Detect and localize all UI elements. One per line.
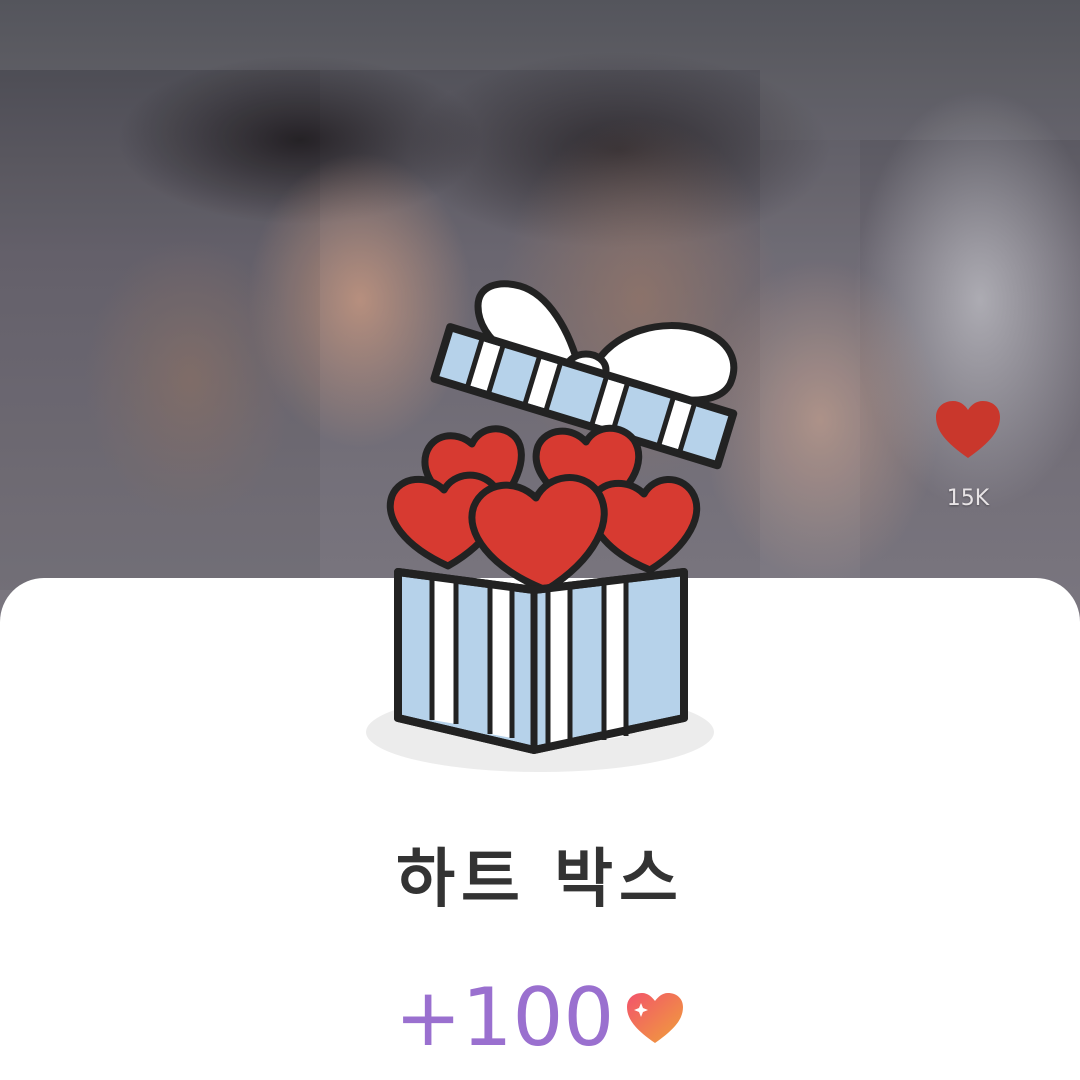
heart-sparkle-icon — [627, 993, 684, 1043]
reward-amount-row: +100 — [0, 972, 1080, 1064]
screen: 15K 하트 박스 +100 — [0, 0, 1080, 1080]
like-control[interactable]: 15K — [930, 400, 1006, 511]
gift-title: 하트 박스 — [396, 843, 684, 917]
reward-amount: +100 — [394, 971, 615, 1064]
heart-icon[interactable] — [935, 400, 1001, 460]
gift-box-with-hearts-icon — [366, 280, 738, 772]
like-count: 15K — [946, 486, 990, 511]
